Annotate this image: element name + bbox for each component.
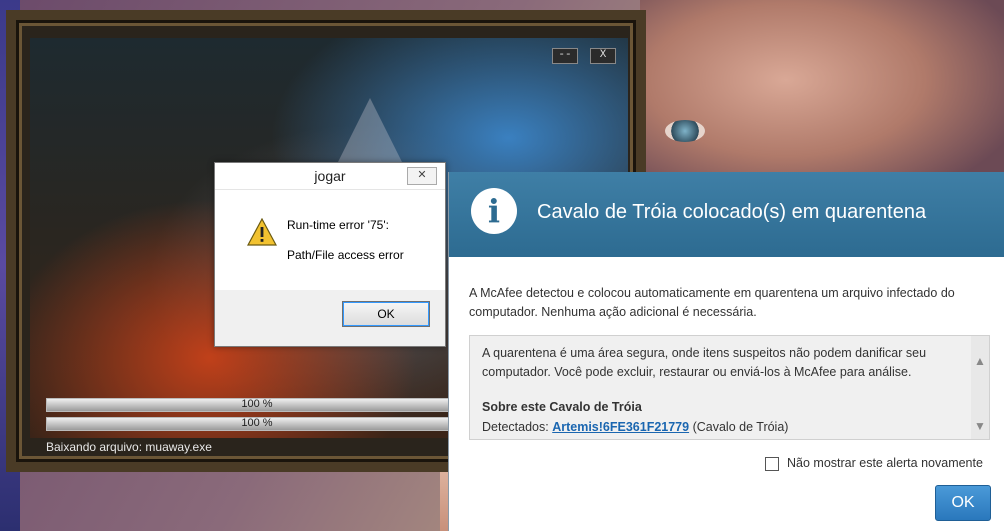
scrollbar[interactable]: ▲ ▼ bbox=[971, 336, 989, 439]
progress-bar-file: 100 % bbox=[46, 417, 468, 431]
desktop-wallpaper bbox=[640, 0, 1004, 200]
error-message-line1: Run-time error '75': bbox=[287, 218, 389, 232]
error-message-line2: Path/File access error bbox=[287, 248, 404, 262]
jogar-error-dialog: jogar ✕ Run-time error '75': Path/File a… bbox=[214, 162, 446, 347]
wallpaper-eye bbox=[665, 120, 705, 142]
threat-link[interactable]: Artemis!6FE361F21779 bbox=[552, 420, 689, 434]
download-status: Baixando arquivo: muaway.exe bbox=[46, 440, 212, 454]
detected-label: Detectados: bbox=[482, 420, 549, 434]
ok-button[interactable]: OK bbox=[342, 301, 430, 327]
progress-label: 100 % bbox=[241, 398, 273, 410]
alert-title: Cavalo de Tróia colocado(s) em quarenten… bbox=[537, 201, 927, 223]
alert-intro-text: A McAfee detectou e colocou automaticame… bbox=[469, 286, 955, 319]
launcher-close-button[interactable]: X bbox=[590, 48, 616, 64]
dont-show-label: Não mostrar este alerta novamente bbox=[787, 456, 983, 470]
detected-suffix: (Cavalo de Tróia) bbox=[692, 420, 789, 434]
about-heading: Sobre este Cavalo de Tróia bbox=[482, 400, 642, 414]
alert-header: i Cavalo de Tróia colocado(s) em quarent… bbox=[449, 172, 1004, 257]
quarantine-info-box: A quarentena é uma área segura, onde ite… bbox=[469, 335, 990, 440]
chevron-down-icon[interactable]: ▼ bbox=[974, 419, 986, 433]
warning-icon bbox=[247, 218, 277, 246]
close-button[interactable]: ✕ bbox=[407, 167, 437, 185]
launcher-minimize-button[interactable]: -- bbox=[552, 48, 578, 64]
dont-show-checkbox[interactable] bbox=[765, 457, 779, 471]
ok-button[interactable]: OK bbox=[935, 485, 991, 521]
quarantine-description: A quarentena é uma área segura, onde ite… bbox=[482, 346, 927, 379]
mcafee-alert-window: i Cavalo de Tróia colocado(s) em quarent… bbox=[448, 172, 1004, 531]
progress-bar-total: 100 % bbox=[46, 398, 468, 412]
chevron-up-icon[interactable]: ▲ bbox=[974, 354, 986, 368]
dialog-titlebar: jogar ✕ bbox=[215, 163, 445, 190]
detected-line: Detectados: Artemis!6FE361F21779 (Cavalo… bbox=[482, 420, 788, 434]
dialog-body: Run-time error '75': Path/File access er… bbox=[215, 190, 445, 290]
progress-label: 100 % bbox=[241, 417, 273, 429]
info-icon: i bbox=[471, 188, 517, 234]
